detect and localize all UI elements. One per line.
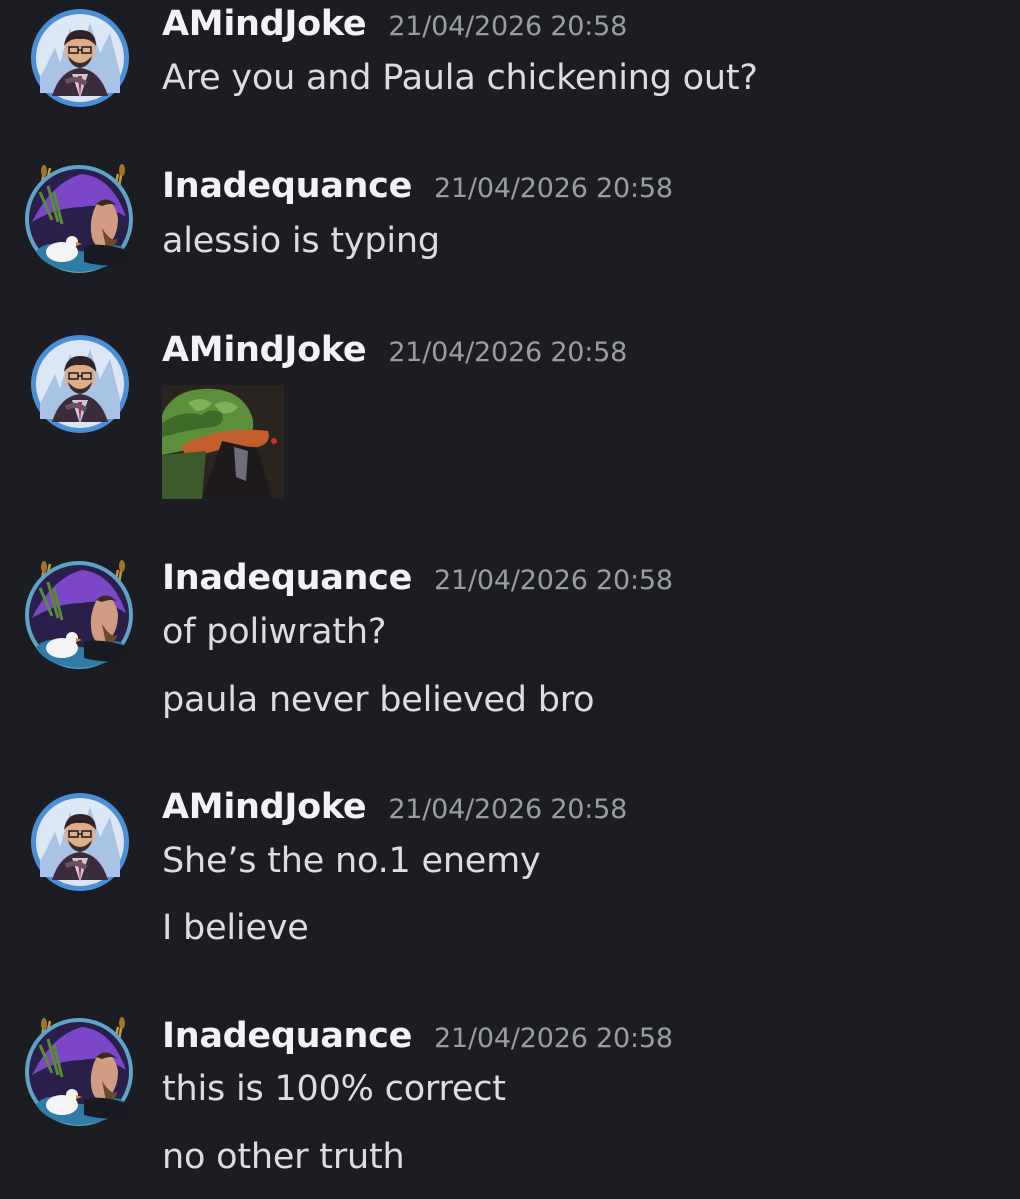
avatar[interactable] <box>22 1015 136 1129</box>
message-text: I believe <box>162 908 309 948</box>
avatar[interactable] <box>30 792 130 892</box>
username[interactable]: Inadequance <box>162 558 412 598</box>
username[interactable]: Inadequance <box>162 166 412 206</box>
timestamp: 21/04/2026 20:58 <box>434 565 673 596</box>
pepe-emote[interactable] <box>162 385 284 499</box>
message-header: AMindJoke 21/04/2026 20:58 <box>162 4 627 48</box>
message-header: Inadequance 21/04/2026 20:58 <box>162 166 673 210</box>
message-text: of poliwrath? <box>162 612 387 652</box>
message-header: Inadequance 21/04/2026 20:58 <box>162 558 673 602</box>
username[interactable]: Inadequance <box>162 1016 412 1056</box>
message-header: AMindJoke 21/04/2026 20:58 <box>162 787 627 831</box>
avatar[interactable] <box>22 162 136 276</box>
username[interactable]: AMindJoke <box>162 787 367 827</box>
message-text: this is 100% correct <box>162 1069 506 1109</box>
message-header: AMindJoke 21/04/2026 20:58 <box>162 330 627 374</box>
message-text: paula never believed bro <box>162 680 595 720</box>
chat-message-list: AMindJoke 21/04/2026 20:58 Are you and P… <box>0 0 1020 1199</box>
message-text: She’s the no.1 enemy <box>162 841 541 881</box>
message-header: Inadequance 21/04/2026 20:58 <box>162 1016 673 1060</box>
timestamp: 21/04/2026 20:58 <box>388 337 628 368</box>
timestamp: 21/04/2026 20:58 <box>388 11 628 42</box>
timestamp: 21/04/2026 20:58 <box>434 1023 673 1054</box>
message-text: Are you and Paula chickening out? <box>162 58 758 98</box>
timestamp: 21/04/2026 20:58 <box>434 173 673 204</box>
timestamp: 21/04/2026 20:58 <box>388 794 628 825</box>
message-text: no other truth <box>162 1137 405 1177</box>
username[interactable]: AMindJoke <box>162 330 367 370</box>
avatar[interactable] <box>22 558 136 672</box>
avatar[interactable] <box>30 8 130 108</box>
username[interactable]: AMindJoke <box>162 4 367 44</box>
avatar[interactable] <box>30 334 130 434</box>
message-text: alessio is typing <box>162 221 440 261</box>
